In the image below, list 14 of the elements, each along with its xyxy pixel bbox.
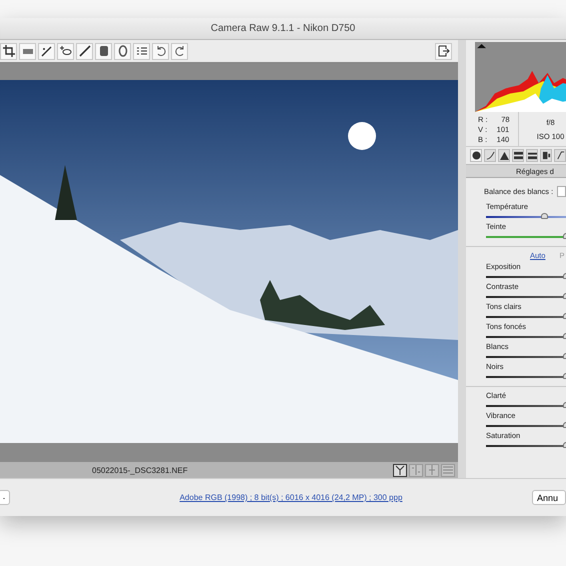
crop-icon[interactable] [0, 42, 17, 60]
rotate-right-icon[interactable] [171, 42, 188, 60]
slider-thumb[interactable] [540, 213, 548, 219]
curve-icon[interactable] [484, 149, 496, 162]
workflow-link[interactable]: Adobe RGB (1998) ; 8 bit(s) ; 6016 x 4016 (24,2 MP) ; 300 ppp [180, 493, 402, 502]
file-name: 05022015-_DSC3281.NEF [92, 466, 188, 474]
rotate-left-icon[interactable] [152, 42, 169, 60]
save-button[interactable]: . [0, 490, 10, 505]
window-title: Camera Raw 9.1.1 - Nikon D750 [210, 23, 356, 34]
brush-icon[interactable] [76, 42, 93, 60]
export-icon[interactable] [435, 42, 452, 60]
bars-icon[interactable] [526, 149, 538, 162]
list-icon[interactable] [133, 42, 150, 60]
cancel-button[interactable]: Annu [532, 490, 566, 505]
